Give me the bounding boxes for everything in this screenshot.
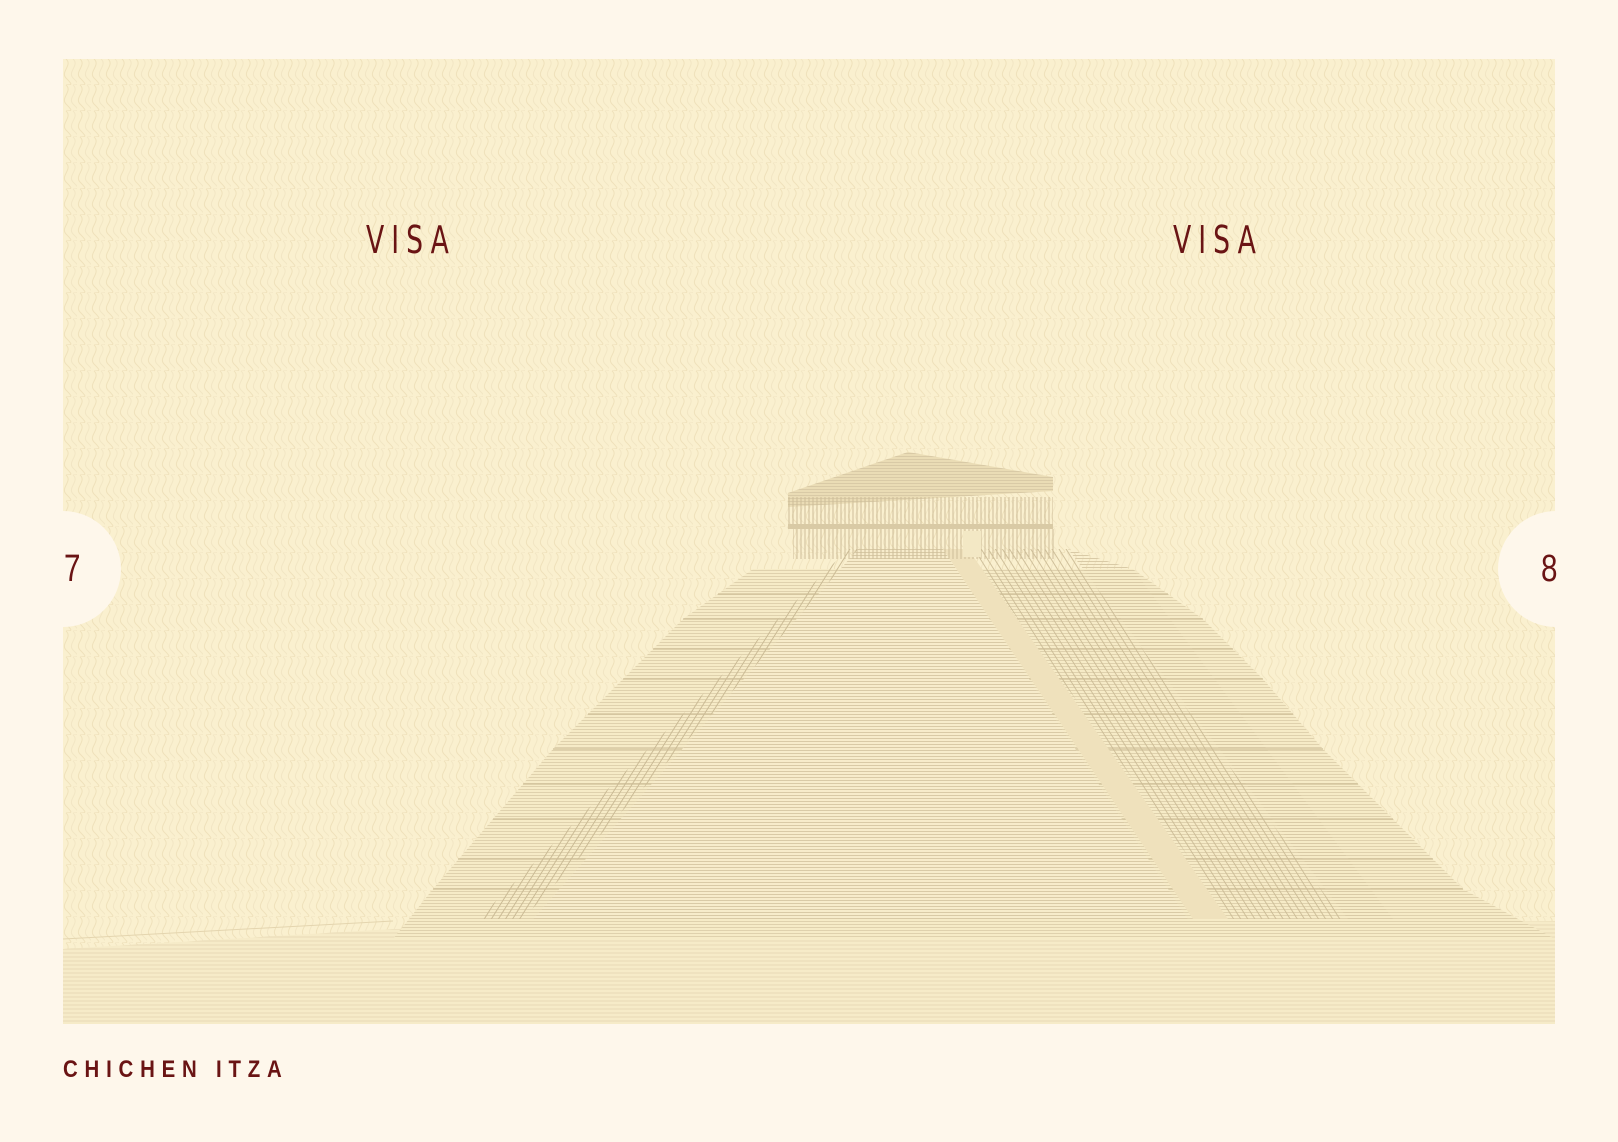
visa-heading-right: VISA: [1173, 218, 1263, 262]
visa-page-panel: [63, 59, 1555, 1024]
page-number-left: 7: [64, 548, 81, 590]
page-tab-left: [5, 511, 121, 627]
passport-spread: VISA VISA 7 8 CHICHEN ITZA: [0, 0, 1618, 1142]
location-caption: CHICHEN ITZA: [63, 1056, 289, 1083]
page-number-right: 8: [1541, 548, 1558, 590]
visa-heading-left: VISA: [366, 218, 456, 262]
guilloche-background: [63, 59, 1555, 1024]
